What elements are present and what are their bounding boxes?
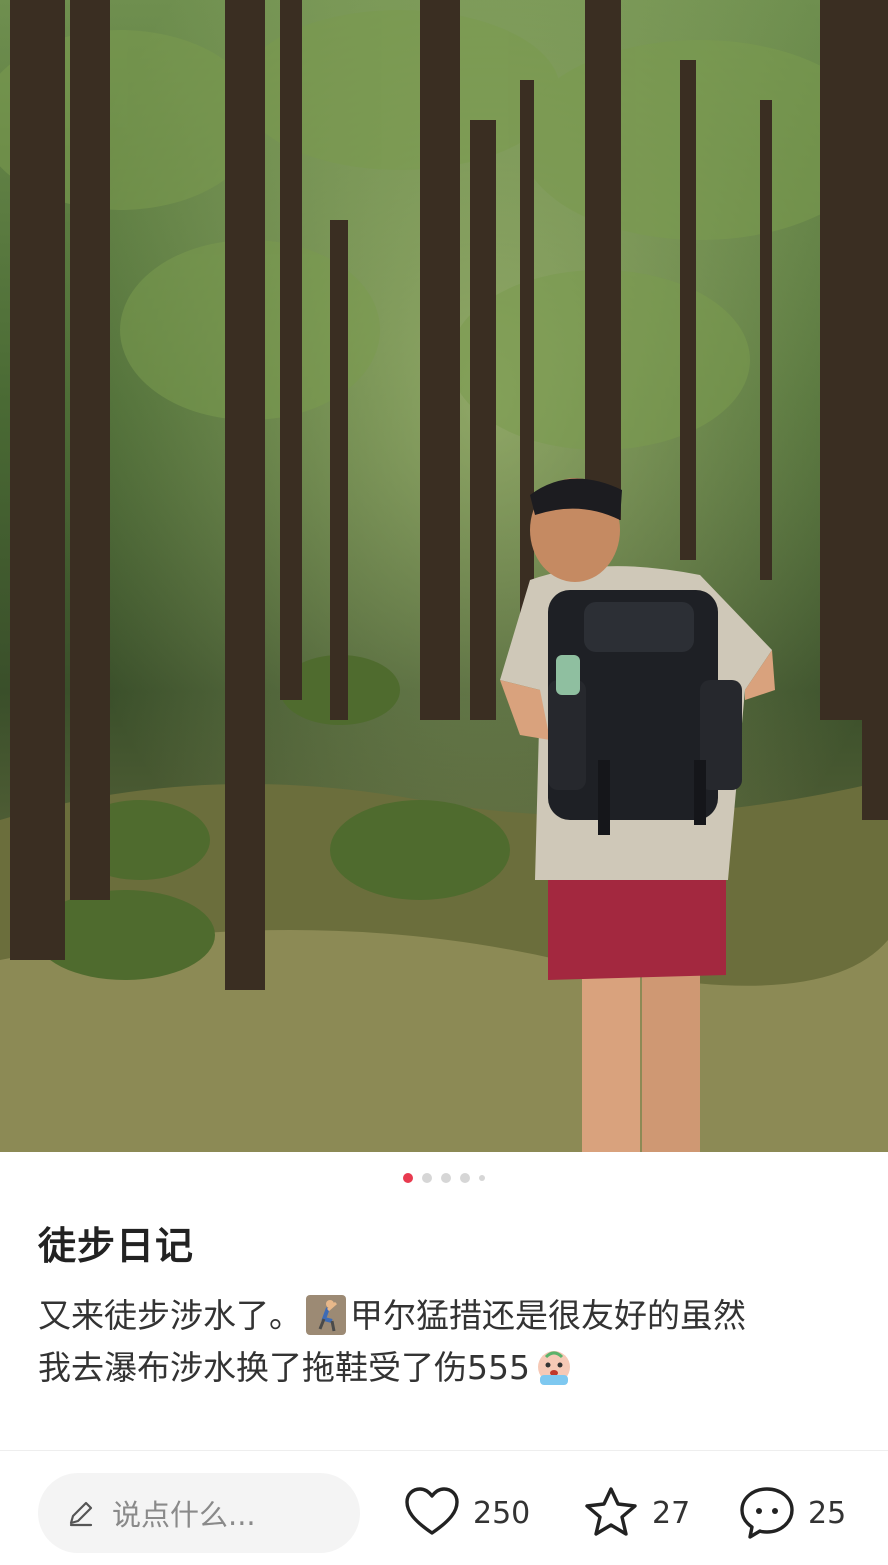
- climbing-person-emoji: [306, 1295, 346, 1335]
- comment-button[interactable]: 25: [738, 1480, 846, 1546]
- divider: [0, 1450, 888, 1451]
- post-photo[interactable]: [0, 0, 888, 1152]
- comment-placeholder: 说点什么...: [112, 1498, 256, 1532]
- comment-count: 25: [808, 1495, 847, 1531]
- crying-face-emoji: [538, 1351, 570, 1385]
- comment-input[interactable]: 说点什么...: [38, 1473, 360, 1553]
- like-count: 250: [473, 1495, 531, 1531]
- post-body-text-1: 又来徒步涉水了。: [38, 1296, 302, 1335]
- post-title: 徒步日记: [38, 1224, 195, 1268]
- star-icon: [585, 1487, 637, 1536]
- collect-count: 27: [652, 1495, 691, 1531]
- pencil-icon: [69, 1501, 93, 1527]
- forest-hiker-image: [0, 0, 888, 1152]
- chat-bubble-icon: [740, 1487, 794, 1539]
- carousel-dot-4[interactable]: [460, 1173, 470, 1183]
- carousel-dot-5[interactable]: [479, 1175, 485, 1181]
- like-button[interactable]: 250: [403, 1480, 530, 1546]
- carousel-dot-1[interactable]: [403, 1173, 413, 1183]
- post-body-text-3: 我去瀑布涉水换了拖鞋受了伤555: [38, 1348, 530, 1387]
- carousel-indicator: [0, 1173, 888, 1183]
- post-body-text-2: 甲尔猛措还是很友好的虽然: [350, 1296, 746, 1335]
- post-body: 又来徒步涉水了。 甲尔猛措还是很友好的虽然 我去瀑布涉水换了拖鞋受了伤555: [38, 1290, 858, 1394]
- collect-button[interactable]: 27: [582, 1480, 690, 1546]
- carousel-dot-2[interactable]: [422, 1173, 432, 1183]
- carousel-dot-3[interactable]: [441, 1173, 451, 1183]
- heart-icon: [405, 1487, 459, 1535]
